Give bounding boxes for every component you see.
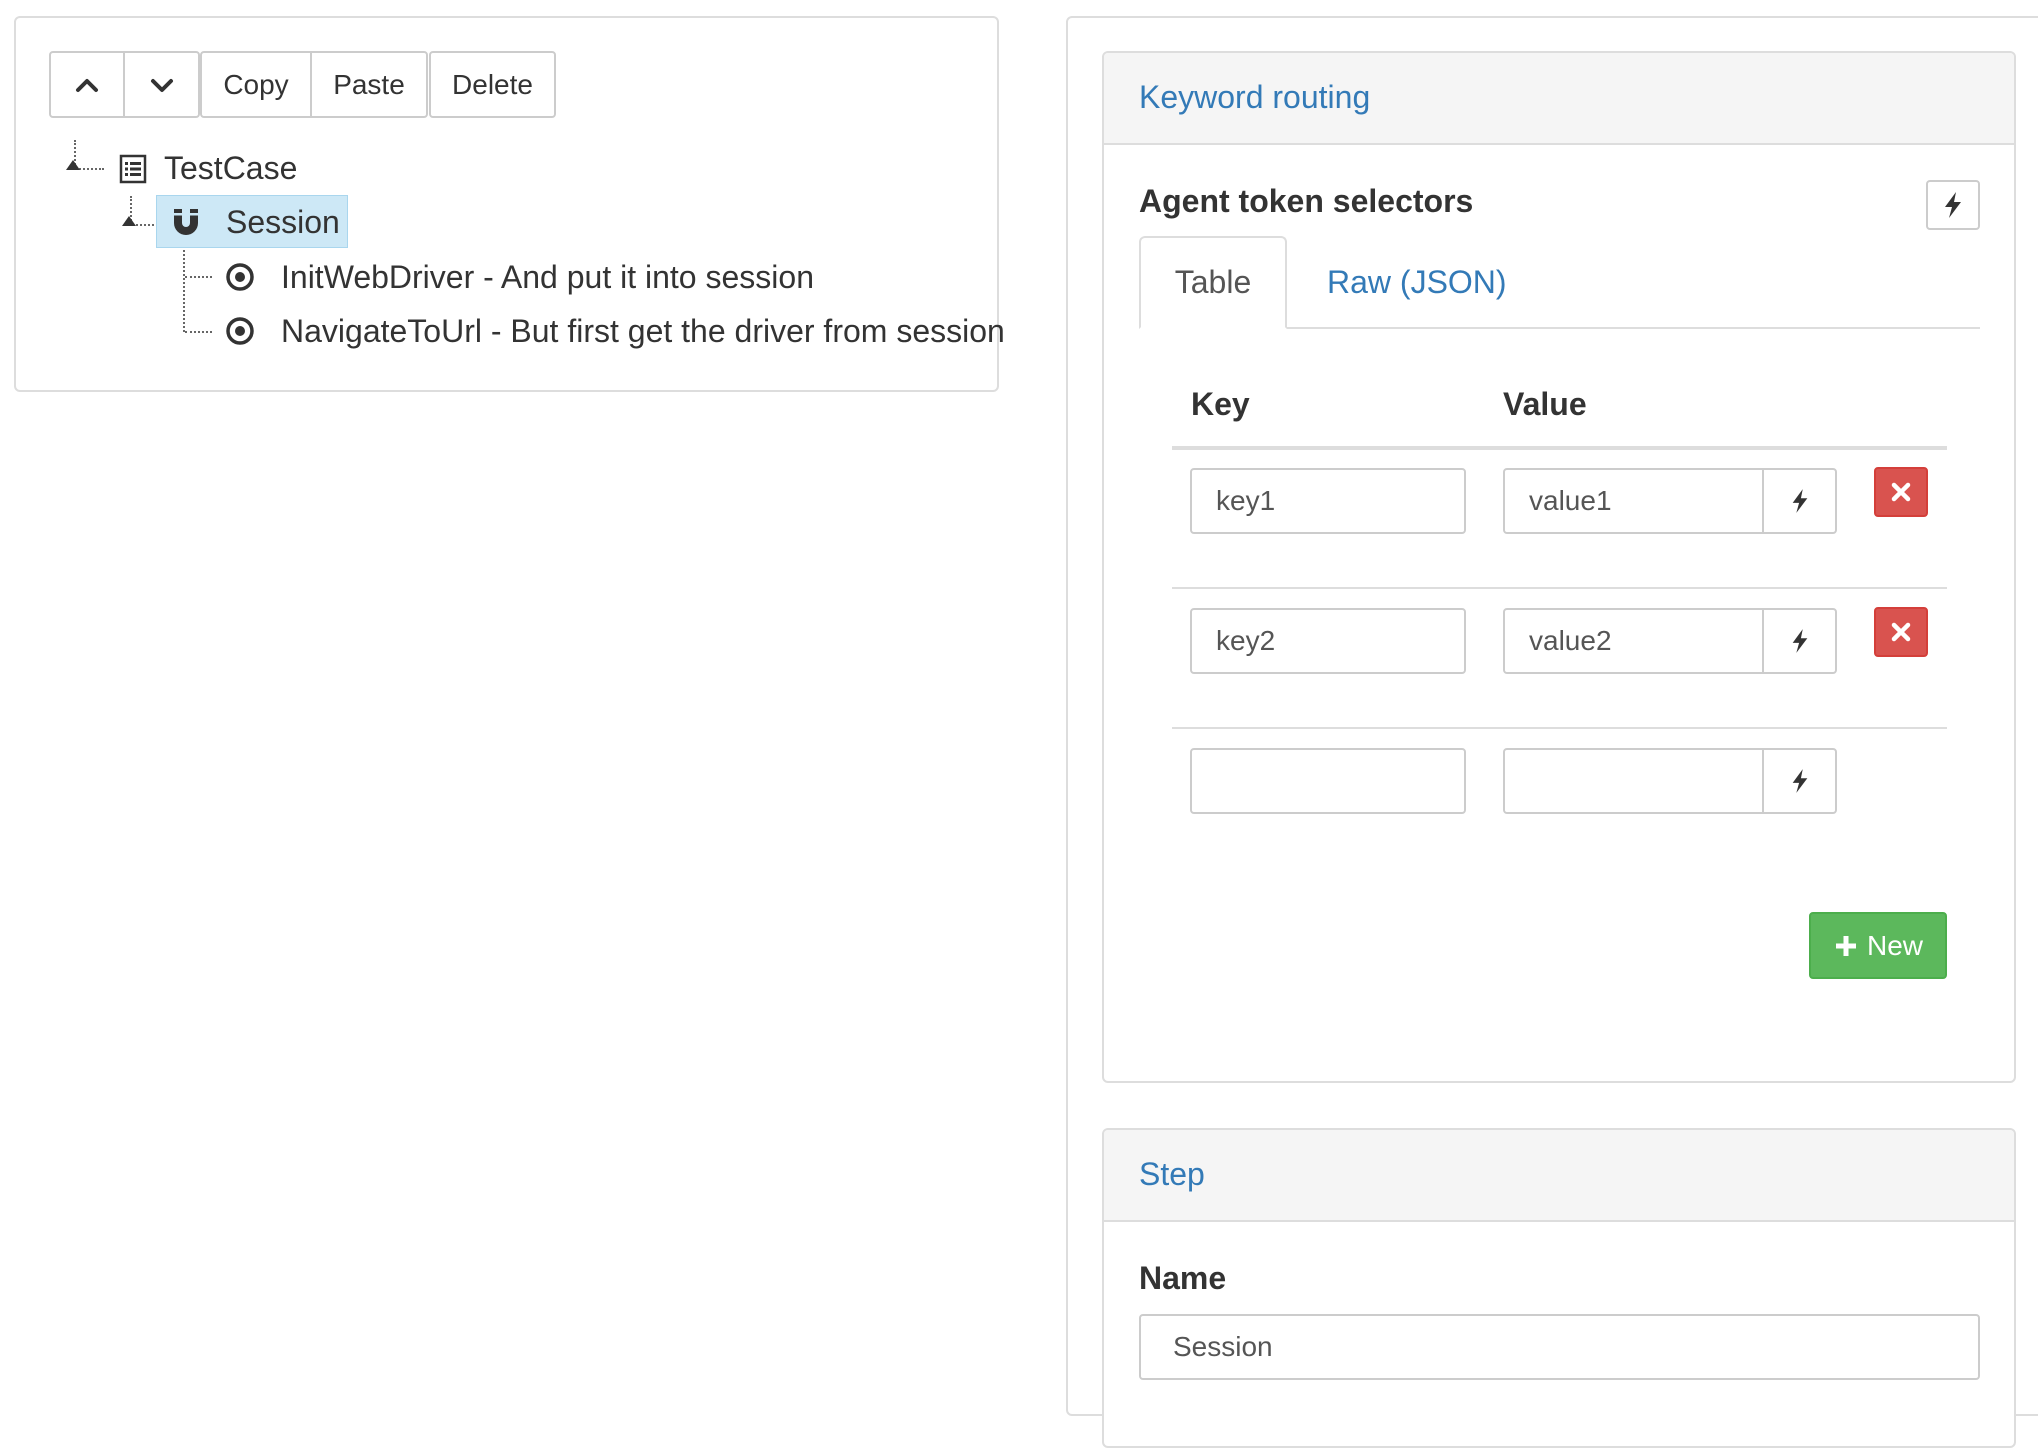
add-row-button[interactable]: New <box>1809 912 1947 979</box>
name-label: Name <box>1139 1260 1227 1296</box>
close-icon <box>1891 622 1911 642</box>
tree-node-label: Session <box>226 204 340 240</box>
paste-button[interactable]: Paste <box>310 51 428 118</box>
magnet-icon <box>174 209 198 235</box>
chevron-up-icon <box>76 78 98 92</box>
tree-connector <box>185 331 212 333</box>
value-input[interactable] <box>1503 468 1764 534</box>
keyword-routing-header: Keyword routing <box>1104 53 2014 145</box>
row-divider <box>1172 727 1947 729</box>
keyword-routing-title[interactable]: Keyword routing <box>1139 79 1370 116</box>
agent-token-selectors-heading: Agent token selectors <box>1139 183 1474 219</box>
move-up-button[interactable] <box>49 51 125 118</box>
new-key-input[interactable] <box>1190 748 1466 814</box>
step-name-input[interactable] <box>1139 1314 1980 1380</box>
close-icon <box>1891 482 1911 502</box>
delete-row-button[interactable] <box>1874 467 1928 517</box>
expand-toggle-icon[interactable] <box>66 160 80 170</box>
bolt-icon <box>1792 769 1807 793</box>
tree-connector <box>185 276 212 278</box>
key-input[interactable] <box>1190 468 1466 534</box>
delete-row-button[interactable] <box>1874 607 1928 657</box>
value-dynamic-button[interactable] <box>1762 608 1837 674</box>
bolt-icon <box>1945 192 1961 218</box>
dynamic-toggle-button[interactable] <box>1926 180 1980 230</box>
step-card: Step <box>1102 1128 2016 1448</box>
list-icon <box>119 154 147 184</box>
value-dynamic-button[interactable] <box>1762 748 1837 814</box>
row-divider <box>1172 587 1947 589</box>
plus-icon <box>1835 935 1856 956</box>
dot-circle-icon <box>226 317 254 345</box>
tree-node-label: InitWebDriver - And put it into session <box>281 259 814 295</box>
move-down-button[interactable] <box>123 51 200 118</box>
step-header: Step <box>1104 1130 2014 1222</box>
value-input[interactable] <box>1503 608 1764 674</box>
tree-connector <box>183 250 185 332</box>
expand-toggle-icon[interactable] <box>122 216 136 226</box>
bolt-icon <box>1792 489 1807 513</box>
value-dynamic-button[interactable] <box>1762 468 1837 534</box>
key-input[interactable] <box>1190 608 1466 674</box>
add-row-label: New <box>1866 929 1923 961</box>
dot-circle-icon <box>226 263 254 291</box>
tab-table[interactable]: Table <box>1139 236 1287 329</box>
table-header-divider <box>1172 446 1947 450</box>
tab-raw-json[interactable]: Raw (JSON) <box>1327 264 1507 301</box>
bolt-icon <box>1792 629 1807 653</box>
delete-button[interactable]: Delete <box>429 51 556 118</box>
value-column-header: Value <box>1503 386 1587 422</box>
tree-node-label: NavigateToUrl - But first get the driver… <box>281 313 1005 349</box>
tree-node-label: TestCase <box>164 150 298 186</box>
tree-connector <box>76 168 104 170</box>
key-column-header: Key <box>1191 386 1250 422</box>
chevron-down-icon <box>150 78 173 92</box>
copy-button[interactable]: Copy <box>200 51 312 118</box>
new-value-input[interactable] <box>1503 748 1764 814</box>
step-title[interactable]: Step <box>1139 1156 1205 1193</box>
